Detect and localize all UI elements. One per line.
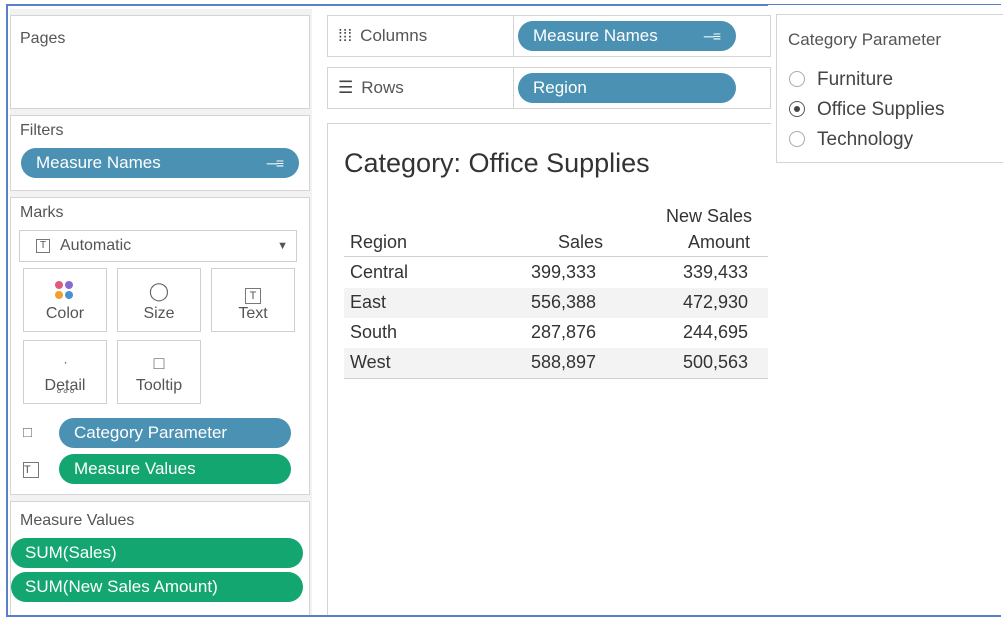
measure-values-title: Measure Values bbox=[20, 512, 135, 529]
view-title: Category: Office Supplies bbox=[344, 148, 650, 178]
color-button[interactable]: Color bbox=[23, 268, 107, 332]
marks-field-label: Category Parameter bbox=[74, 423, 228, 442]
sort-icon: ─≡ bbox=[703, 28, 721, 44]
parameter-option-office-supplies[interactable]: Office Supplies bbox=[789, 99, 944, 123]
tooltip-label: Tooltip bbox=[135, 377, 183, 394]
detail-button[interactable]: ⋅ ∘∘∘ Detail bbox=[23, 340, 107, 404]
rows-pill-region[interactable]: Region bbox=[518, 73, 736, 103]
worksheet-view: Category: Office Supplies New Sales Regi… bbox=[327, 123, 771, 615]
parameter-title: Category Parameter bbox=[788, 30, 942, 49]
shelf-divider bbox=[513, 16, 514, 56]
cell-new-sales: 500,563 bbox=[683, 352, 749, 372]
filter-pill-label: Measure Names bbox=[36, 153, 161, 172]
rows-pill-label: Region bbox=[533, 78, 587, 97]
cell-sales: 287,876 bbox=[531, 322, 597, 342]
cell-new-sales: 472,930 bbox=[683, 292, 749, 312]
parameter-option-label: Furniture bbox=[817, 69, 894, 90]
top-accent-line bbox=[8, 5, 768, 6]
pages-card[interactable]: Pages bbox=[10, 15, 310, 109]
left-panel: Pages Filters Measure Names ─≡ Marks T A… bbox=[10, 9, 312, 615]
measure-pill-sum-new-sales-amount[interactable]: SUM(New Sales Amount) bbox=[11, 572, 303, 602]
marks-card: Marks T Automatic ▼ Color ◯ Size T Text … bbox=[10, 197, 310, 495]
parameter-option-label: Technology bbox=[817, 129, 914, 150]
text-label: Text bbox=[238, 305, 268, 322]
marks-title: Marks bbox=[20, 204, 64, 221]
mark-type-label: Automatic bbox=[60, 237, 132, 254]
tooltip-button[interactable]: □ Tooltip bbox=[117, 340, 201, 404]
marks-field-label: Measure Values bbox=[74, 459, 196, 478]
cell-new-sales: 244,695 bbox=[683, 322, 749, 342]
column-header-sales: Sales bbox=[558, 232, 604, 252]
cell-sales: 588,897 bbox=[531, 352, 597, 372]
text-button[interactable]: T Text bbox=[211, 268, 295, 332]
measure-values-card: Measure Values SUM(Sales) SUM(New Sales … bbox=[10, 501, 310, 615]
marks-field-category-parameter[interactable]: Category Parameter bbox=[59, 418, 291, 448]
cell-region: East bbox=[350, 292, 387, 312]
rows-icon: ☰ bbox=[338, 78, 354, 97]
pages-title: Pages bbox=[20, 30, 66, 47]
table-bottom-divider bbox=[344, 378, 768, 379]
cell-new-sales: 339,433 bbox=[683, 262, 749, 282]
header-divider bbox=[344, 256, 768, 257]
columns-icon: ⁞⁞⁞ bbox=[338, 26, 353, 45]
cell-region: South bbox=[350, 322, 398, 342]
detail-icon: ⋅ ∘∘∘ bbox=[55, 356, 76, 398]
radio-icon[interactable] bbox=[789, 131, 805, 147]
filter-pill-measure-names[interactable]: Measure Names ─≡ bbox=[21, 148, 299, 178]
mark-type-dropdown[interactable]: T Automatic ▼ bbox=[19, 230, 297, 262]
radio-selected-icon[interactable] bbox=[789, 101, 805, 117]
filters-title: Filters bbox=[20, 122, 64, 139]
measure-pill-label: SUM(Sales) bbox=[25, 543, 117, 562]
size-button[interactable]: ◯ Size bbox=[117, 268, 201, 332]
column-header-new-sales: New Sales bbox=[666, 206, 753, 226]
sort-icon: ─≡ bbox=[266, 155, 284, 171]
radio-icon[interactable] bbox=[789, 71, 805, 87]
column-header-amount: Amount bbox=[688, 232, 751, 252]
cell-sales: 399,333 bbox=[531, 262, 597, 282]
marks-field-measure-values[interactable]: Measure Values bbox=[59, 454, 291, 484]
measure-pill-sum-sales[interactable]: SUM(Sales) bbox=[11, 538, 303, 568]
filters-card[interactable]: Filters Measure Names ─≡ bbox=[10, 115, 310, 191]
cell-region: West bbox=[350, 352, 391, 372]
column-header-region: Region bbox=[350, 232, 408, 252]
rows-shelf[interactable]: ☰ Rows Region bbox=[327, 67, 771, 109]
text-icon: T bbox=[23, 458, 39, 478]
columns-shelf[interactable]: ⁞⁞⁞ Columns Measure Names ─≡ bbox=[327, 15, 771, 57]
columns-pill-measure-names[interactable]: Measure Names ─≡ bbox=[518, 21, 736, 51]
color-label: Color bbox=[45, 305, 85, 322]
color-icon bbox=[24, 277, 106, 305]
text-icon: T bbox=[212, 277, 294, 305]
tooltip-icon: □ bbox=[23, 424, 33, 441]
shelf-divider bbox=[513, 68, 514, 108]
columns-pill-label: Measure Names bbox=[533, 26, 658, 45]
size-icon: ◯ bbox=[148, 281, 170, 301]
parameter-option-technology[interactable]: Technology bbox=[789, 129, 913, 153]
parameter-option-label: Office Supplies bbox=[817, 99, 945, 120]
columns-shelf-label: ⁞⁞⁞ Columns bbox=[338, 26, 428, 45]
cell-sales: 556,388 bbox=[531, 292, 597, 312]
size-label: Size bbox=[143, 305, 175, 322]
tooltip-icon: □ bbox=[153, 353, 165, 373]
parameter-option-furniture[interactable]: Furniture bbox=[789, 69, 893, 93]
cell-region: Central bbox=[350, 262, 409, 282]
detail-label: Detail bbox=[44, 377, 86, 394]
measure-pill-label: SUM(New Sales Amount) bbox=[25, 577, 218, 596]
text-mark-icon: T bbox=[36, 239, 50, 253]
rows-shelf-label: ☰ Rows bbox=[338, 78, 404, 97]
category-parameter-control: Category Parameter Furniture Office Supp… bbox=[776, 14, 1003, 163]
chevron-down-icon: ▼ bbox=[277, 240, 288, 252]
